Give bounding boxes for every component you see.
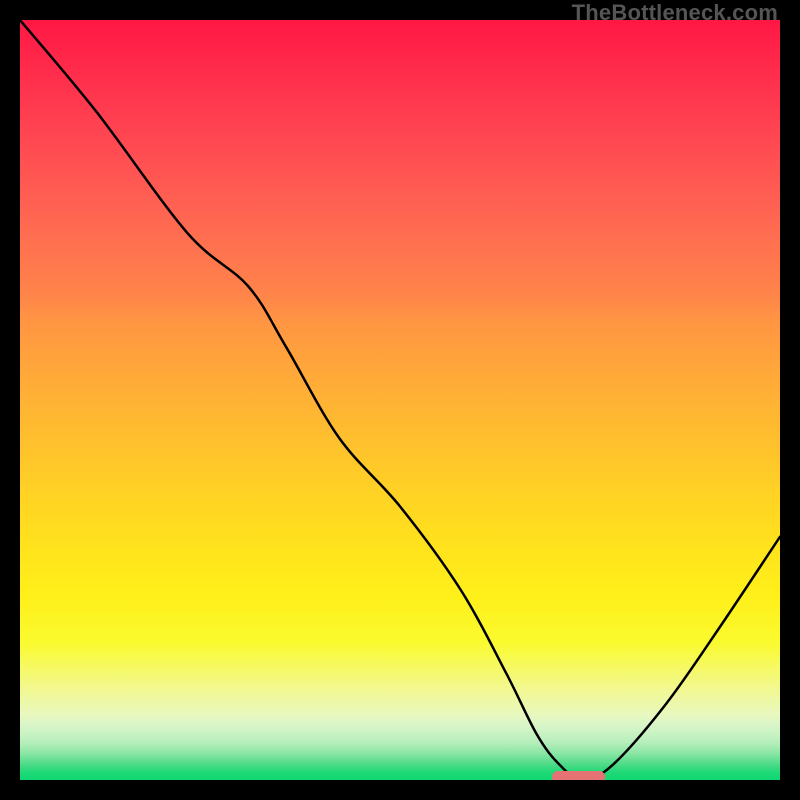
bottleneck-curve xyxy=(20,20,780,780)
chart-container: TheBottleneck.com xyxy=(0,0,800,800)
plot-area xyxy=(20,20,780,780)
chart-svg xyxy=(20,20,780,780)
optimal-zone-marker xyxy=(552,771,605,780)
